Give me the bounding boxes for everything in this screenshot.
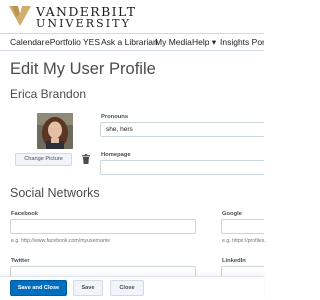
pronouns-input[interactable]: she, hers bbox=[100, 122, 264, 137]
google-label: Google bbox=[222, 211, 242, 217]
linkedin-label: LinkedIn bbox=[222, 258, 246, 264]
action-footer: Save and Close Save Close bbox=[0, 276, 264, 300]
facebook-input[interactable] bbox=[10, 219, 196, 234]
nav-item-my-media[interactable]: My Media bbox=[155, 37, 192, 47]
homepage-label: Homepage bbox=[101, 152, 131, 158]
twitter-label: Twitter bbox=[11, 258, 30, 264]
nav-item-calendar[interactable]: Calendar bbox=[10, 37, 45, 47]
facebook-hint: e.g. http://www.facebook.com/myusername bbox=[11, 238, 111, 244]
facebook-label: Facebook bbox=[11, 211, 39, 217]
pronouns-label: Pronouns bbox=[101, 114, 129, 120]
vanderbilt-logo-icon[interactable] bbox=[9, 5, 31, 27]
close-button[interactable]: Close bbox=[110, 280, 144, 296]
site-header: VANDERBILT UNIVERSITY bbox=[0, 0, 264, 33]
change-picture-button[interactable]: Change Picture bbox=[15, 153, 72, 166]
profile-picture bbox=[37, 113, 73, 149]
page-title: Edit My User Profile bbox=[10, 60, 156, 78]
save-and-close-button[interactable]: Save and Close bbox=[10, 280, 67, 296]
nav-item-help[interactable]: Help ▾ bbox=[192, 37, 216, 48]
homepage-input[interactable] bbox=[100, 160, 264, 175]
nav-item-insights-portal[interactable]: Insights Portal bbox=[220, 37, 264, 47]
logo-text-university: UNIVERSITY bbox=[36, 17, 131, 30]
trash-icon[interactable] bbox=[82, 154, 90, 164]
user-name-heading: Erica Brandon bbox=[10, 87, 87, 101]
google-hint: e.g. https://profiles. bbox=[222, 238, 266, 244]
google-input[interactable] bbox=[221, 219, 264, 234]
nav-item-eportfolio[interactable]: ePortfolio bbox=[45, 37, 81, 47]
save-button[interactable]: Save bbox=[73, 280, 103, 296]
nav-item-ask-librarian[interactable]: Ask a Librarian bbox=[101, 37, 158, 47]
nav-bar: Calendar ePortfolio YES Ask a Librarian … bbox=[0, 33, 264, 51]
nav-item-yes[interactable]: YES bbox=[83, 37, 100, 47]
social-networks-heading: Social Networks bbox=[10, 186, 100, 200]
